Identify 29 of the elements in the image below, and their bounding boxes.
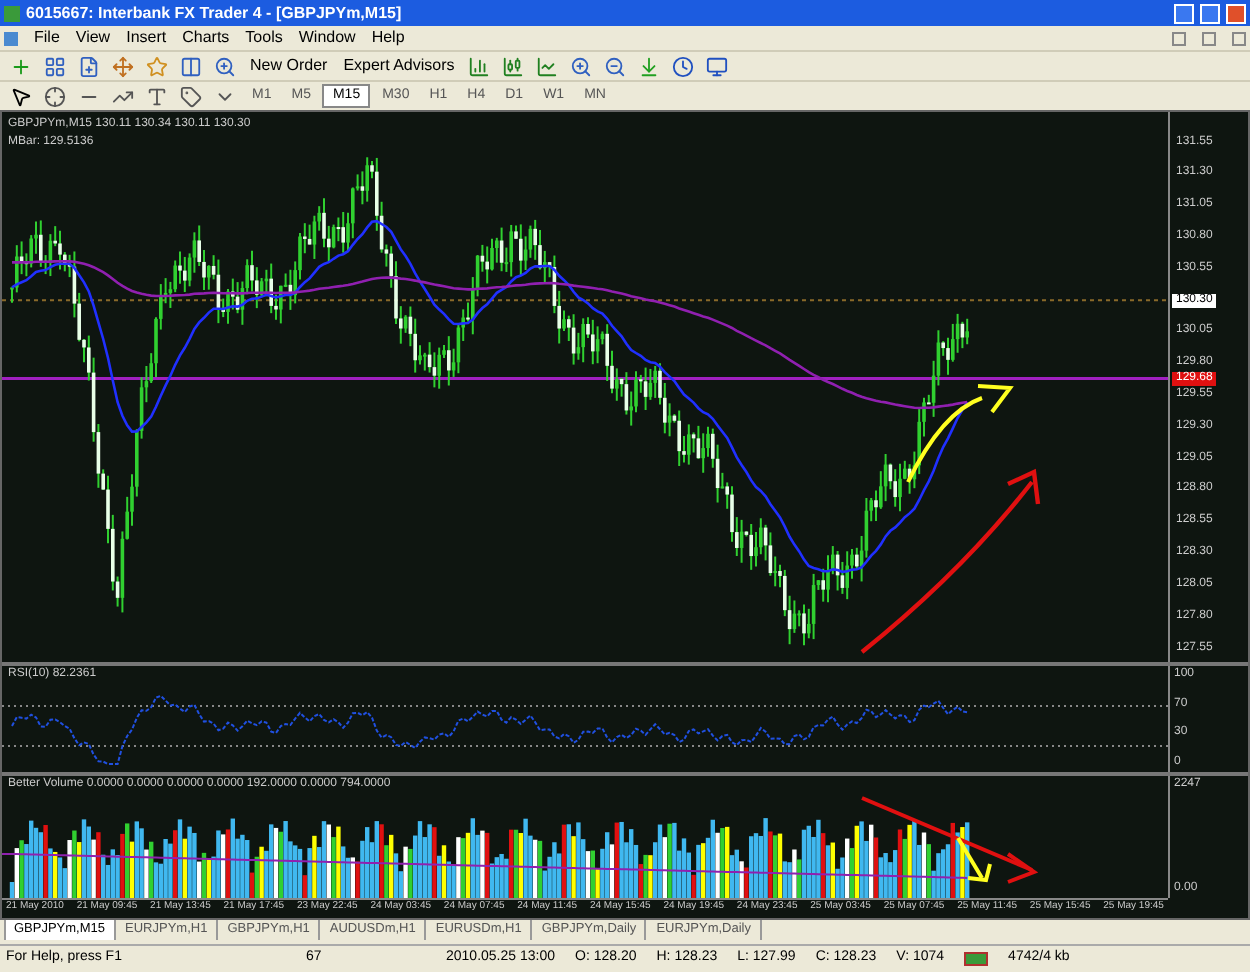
child-restore-button[interactable] <box>1202 31 1216 45</box>
connection-icon <box>964 952 989 966</box>
profiles-icon[interactable] <box>40 55 70 77</box>
toolbar-button[interactable]: New Order <box>244 54 334 78</box>
columns-icon[interactable] <box>176 55 206 77</box>
document-icon <box>4 31 18 45</box>
menu-item[interactable]: Help <box>371 26 405 50</box>
clock-icon[interactable] <box>668 55 699 77</box>
restore-button[interactable] <box>1200 3 1220 23</box>
minimize-button[interactable] <box>1174 3 1194 23</box>
menu-item[interactable]: Charts <box>182 26 230 50</box>
horizontal-line[interactable] <box>2 377 1168 381</box>
menu-item[interactable]: Tools <box>245 26 283 50</box>
child-close-button[interactable] <box>1232 31 1246 45</box>
app-icon <box>4 5 20 21</box>
move-icon[interactable] <box>108 55 138 77</box>
label-icon[interactable] <box>176 85 206 107</box>
menu-item[interactable]: Insert <box>126 26 167 50</box>
star-icon[interactable] <box>142 55 172 77</box>
zoom-in-icon[interactable] <box>210 55 240 77</box>
crosshair-icon[interactable] <box>40 85 70 107</box>
toolbar-button[interactable]: Expert Advisors <box>337 54 461 78</box>
menu-item[interactable]: Window <box>298 26 356 50</box>
close-button[interactable] <box>1226 3 1246 23</box>
window-title: 6015667: Interbank FX Trader 4 - [GBPJPYm,M15] <box>26 1 404 25</box>
menu-item[interactable]: View <box>75 26 111 50</box>
menu-item[interactable]: File <box>34 26 60 50</box>
child-minimize-button[interactable] <box>1172 31 1186 45</box>
monitor-icon[interactable] <box>702 55 733 77</box>
